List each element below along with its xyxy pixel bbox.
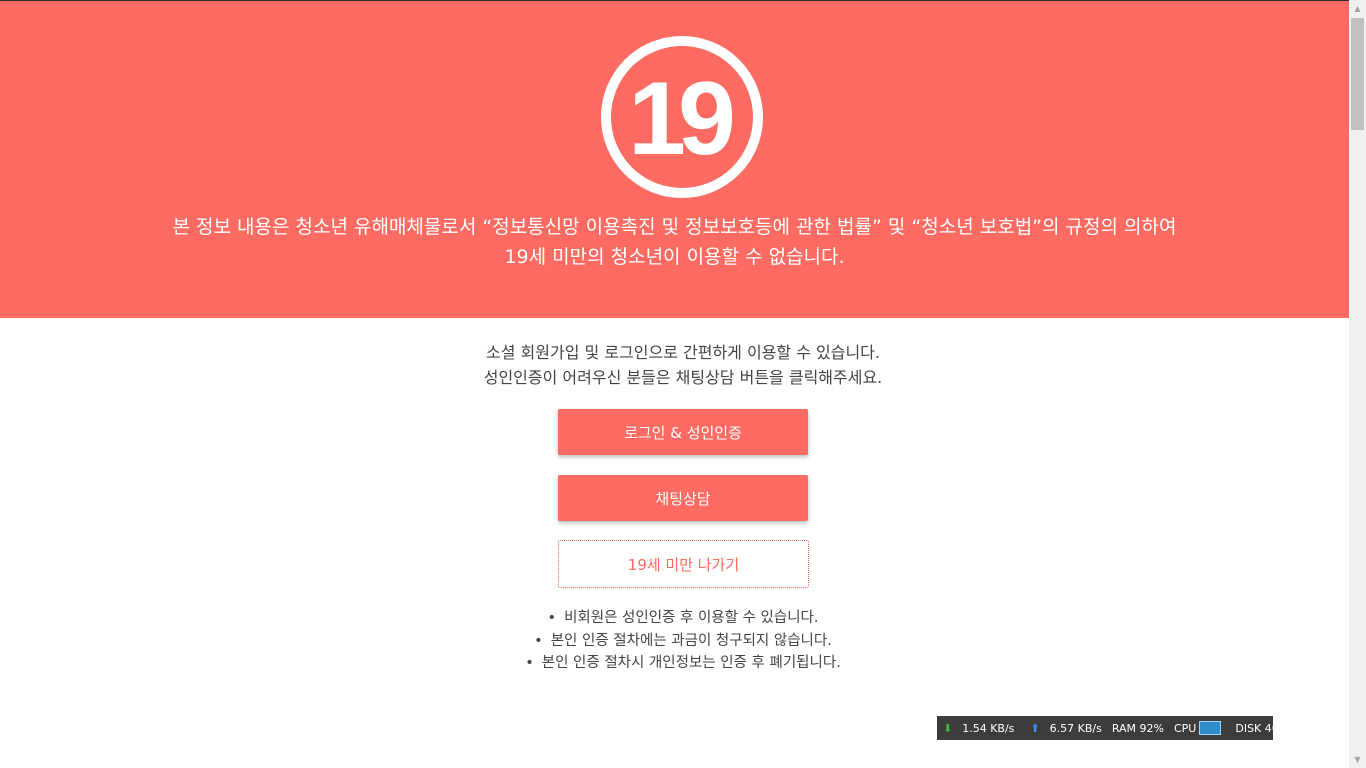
notice-item: • 본인 인증 절차시 개인정보는 인증 후 폐기됩니다. [525,655,841,671]
arrow-up-icon: ⬆ [1030,721,1040,735]
notice-list: • 비회원은 성인인증 후 이용할 수 있습니다. • 본인 인증 절차에는 과금이… [0,607,1366,675]
scroll-up-arrow-icon[interactable]: ▲ [1349,0,1366,17]
download-speed: 1.54 KB/s [962,721,1015,735]
login-intro: 소셜 회원가입 및 로그인으로 간편하게 이용할 수 있습니다. 성인인증이 어… [0,340,1366,390]
intro-line-2: 성인인증이 어려우신 분들은 채팅상담 버튼을 클릭해주세요. [483,368,883,387]
upload-speed: 6.57 KB/s [1049,721,1102,735]
chat-consult-button[interactable]: 채팅상담 [558,475,808,521]
vertical-scrollbar[interactable]: ▲ ▼ [1349,0,1366,768]
notice-item: • 본인 인증 절차에는 과금이 청구되지 않습니다. [534,632,832,649]
system-monitor-widget: ⬇ 1.54 KB/s ⬆ 6.57 KB/s RAM 92% CPU DISK… [937,716,1291,740]
age-warning-text: 본 정보 내용은 청소년 유해매체물로서 “정보통신망 이용촉진 및 정보보호등… [0,212,1349,272]
age-19-badge-text: 19 [628,61,736,177]
under-19-exit-button[interactable]: 19세 미만 나가기 [558,540,809,588]
cpu-graph-icon [1199,721,1222,735]
disk-temperature: DISK 40℃ [1235,721,1292,735]
scroll-down-arrow-icon[interactable]: ▼ [1349,751,1366,768]
ram-usage: RAM 92% [1111,721,1164,735]
age-19-badge: 19 [601,36,763,198]
cpu-label: CPU [1173,721,1197,735]
intro-line-1: 소셜 회원가입 및 로그인으로 간편하게 이용할 수 있습니다. [486,343,880,362]
age-warning-line-1: 본 정보 내용은 청소년 유해매체물로서 “정보통신망 이용촉진 및 정보보호등… [172,216,1177,238]
scrollbar-thumb[interactable] [1351,18,1364,130]
age-warning-line-2: 19세 미만의 청소년이 이용할 수 없습니다. [504,246,845,268]
login-adult-verification-button[interactable]: 로그인 & 성인인증 [558,409,808,455]
age-warning-banner: 19 본 정보 내용은 청소년 유해매체물로서 “정보통신망 이용촉진 및 정보… [0,1,1349,318]
arrow-down-icon: ⬇ [943,721,953,735]
notice-item: • 비회원은 성인인증 후 이용할 수 있습니다. [547,610,819,626]
